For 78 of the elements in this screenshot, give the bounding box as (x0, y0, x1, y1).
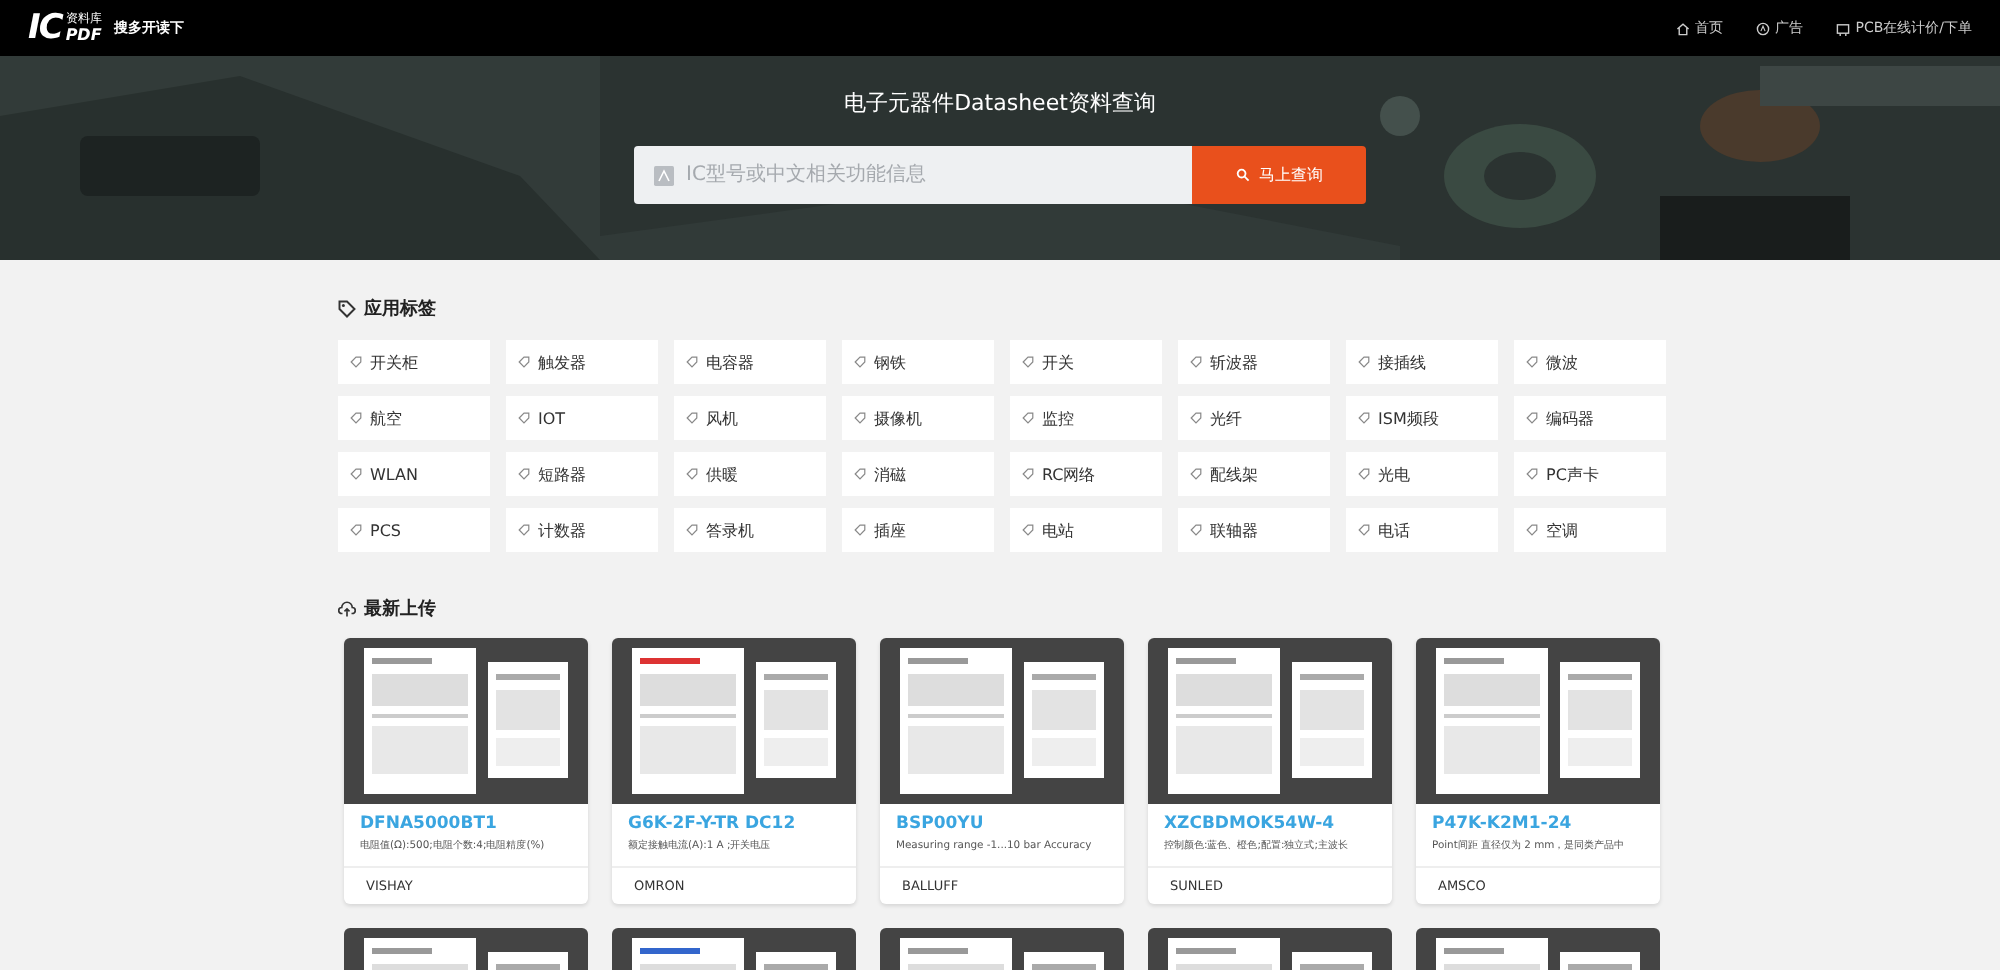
tag-link[interactable]: 斩波器 (1178, 340, 1330, 384)
tag-link[interactable]: 消磁 (842, 452, 994, 496)
tag-link[interactable]: 联轴器 (1178, 508, 1330, 552)
tag-icon (1358, 524, 1370, 536)
tag-link[interactable]: 电话 (1346, 508, 1498, 552)
tag-link[interactable]: 钢铁 (842, 340, 994, 384)
circle-icon (1755, 21, 1770, 35)
tag-icon (1358, 468, 1370, 480)
tag-link[interactable]: RC网络 (1010, 452, 1162, 496)
tag-icon (1526, 356, 1538, 368)
tag-icon (350, 356, 362, 368)
home-icon (1675, 21, 1690, 35)
tag-icon (338, 299, 356, 317)
cloud-upload-icon (338, 599, 356, 617)
tag-icon (854, 356, 866, 368)
document-icon (654, 165, 674, 185)
tag-icon (1358, 356, 1370, 368)
tag-link[interactable]: 答录机 (674, 508, 826, 552)
tag-icon (1022, 468, 1034, 480)
tag-icon (1022, 412, 1034, 424)
tag-link[interactable]: 风机 (674, 396, 826, 440)
tag-link[interactable]: 光纤 (1178, 396, 1330, 440)
tag-icon (854, 468, 866, 480)
tag-icon (1526, 468, 1538, 480)
logo-text[interactable]: IC (28, 8, 62, 48)
tag-icon (1022, 356, 1034, 368)
tag-icon (854, 524, 866, 536)
tag-icon (854, 412, 866, 424)
section-title: 最新上传 (364, 596, 436, 621)
section-title: 应用标签 (364, 296, 436, 321)
hero-title: 电子元器件Datasheet资料查询 (844, 88, 1156, 118)
tag-link[interactable]: 航空 (338, 396, 490, 440)
tag-icon (1190, 468, 1202, 480)
tag-link[interactable]: 电容器 (674, 340, 826, 384)
tag-link[interactable]: ISM频段 (1346, 396, 1498, 440)
tag-link[interactable]: 开关 (1010, 340, 1162, 384)
tag-icon (350, 412, 362, 424)
tag-link[interactable]: 接插线 (1346, 340, 1498, 384)
tag-icon (518, 524, 530, 536)
tag-link[interactable]: WLAN (338, 452, 490, 496)
tag-link[interactable]: 监控 (1010, 396, 1162, 440)
tag-link[interactable]: 计数器 (506, 508, 658, 552)
tag-icon (1190, 356, 1202, 368)
tag-link[interactable]: PCS (338, 508, 490, 552)
tag-icon (686, 356, 698, 368)
tag-link[interactable]: 配线架 (1178, 452, 1330, 496)
logo-text: PDF (65, 25, 102, 43)
tag-icon (350, 468, 362, 480)
tag-link[interactable]: 编码器 (1514, 396, 1666, 440)
tag-link[interactable]: PC声卡 (1514, 452, 1666, 496)
tag-link[interactable]: 供暖 (674, 452, 826, 496)
tag-icon (1190, 524, 1202, 536)
tag-link[interactable]: 触发器 (506, 340, 658, 384)
tag-link[interactable]: IOT (506, 396, 658, 440)
search-button[interactable]: 马上查询 (1192, 146, 1366, 204)
tag-link[interactable]: 摄像机 (842, 396, 994, 440)
search-icon (1235, 168, 1249, 182)
tag-link[interactable]: 插座 (842, 508, 994, 552)
tag-icon (686, 524, 698, 536)
tag-link[interactable]: 短路器 (506, 452, 658, 496)
tag-icon (1526, 412, 1538, 424)
search-field[interactable]: IC型号或中文相关功能信息 (634, 146, 1192, 204)
tag-icon (1022, 524, 1034, 536)
tag-link[interactable]: 光电 (1346, 452, 1498, 496)
tag-icon (518, 356, 530, 368)
tag-icon (1358, 412, 1370, 424)
tag-link[interactable]: 微波 (1514, 340, 1666, 384)
tag-icon (518, 412, 530, 424)
tag-icon (686, 468, 698, 480)
tag-icon (1190, 412, 1202, 424)
chip-icon (1835, 21, 1850, 35)
tag-icon (518, 468, 530, 480)
tag-link[interactable]: 开关柜 (338, 340, 490, 384)
tag-icon (1526, 524, 1538, 536)
tag-icon (686, 412, 698, 424)
tag-icon (350, 524, 362, 536)
tag-link[interactable]: 空调 (1514, 508, 1666, 552)
tag-link[interactable]: 电站 (1010, 508, 1162, 552)
